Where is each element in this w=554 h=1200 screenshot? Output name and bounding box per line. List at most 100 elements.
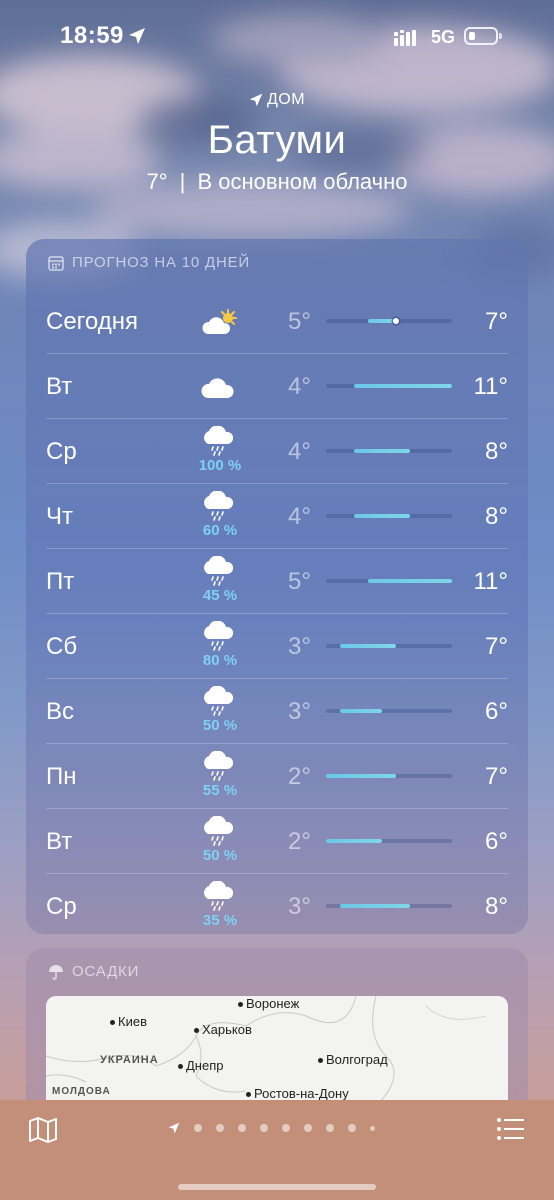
- cloud-rain-icon: [200, 555, 240, 586]
- row-divider: [46, 548, 508, 549]
- low-temperature: 3°: [288, 698, 311, 725]
- forecast-row[interactable]: Чт 60 % 4° 8°: [46, 483, 508, 548]
- forecast-day: Пн: [46, 763, 77, 790]
- high-temperature: 6°: [485, 698, 508, 725]
- high-temperature: 8°: [485, 893, 508, 920]
- forecast-day: Ср: [46, 893, 77, 920]
- forecast-day: Пт: [46, 568, 75, 595]
- current-location-page-icon[interactable]: [168, 1122, 180, 1134]
- forecast-row[interactable]: Ср 100 % 4° 8°: [46, 418, 508, 483]
- temperature-range-track: [326, 449, 452, 453]
- low-temperature: 3°: [288, 633, 311, 660]
- precipitation-chance: 55 %: [202, 782, 238, 799]
- forecast-day: Чт: [46, 503, 73, 530]
- location-arrow-icon: [249, 93, 263, 107]
- forecast-day: Вт: [46, 373, 73, 400]
- temperature-range-track: [326, 318, 452, 324]
- battery-icon: [464, 27, 498, 45]
- home-label-text: ДОМ: [266, 91, 306, 108]
- map-label-moldova: МОЛДОВА: [52, 1086, 111, 1097]
- cloud-icon: [200, 373, 240, 403]
- cloud-rain-icon: [200, 620, 240, 651]
- map-label-dnepr: Днепр: [178, 1058, 223, 1073]
- page-dot[interactable]: [326, 1124, 334, 1132]
- status-time: 18:59: [60, 22, 124, 49]
- temperature-range-track: [326, 644, 452, 648]
- current-temperature-dot: [393, 318, 399, 324]
- map-icon[interactable]: [28, 1116, 58, 1144]
- home-indicator[interactable]: [178, 1184, 376, 1190]
- location-header: ДОМ Батуми 7° | В основном облачно: [0, 88, 554, 195]
- high-temperature: 11°: [473, 373, 508, 400]
- status-bar: 18:59 5G: [0, 0, 554, 76]
- precipitation-header-label: ОСАДКИ: [72, 963, 140, 980]
- summary-separator: |: [179, 169, 186, 194]
- high-temperature: 11°: [473, 568, 508, 595]
- forecast-row[interactable]: Пт 45 % 5° 11°: [46, 548, 508, 613]
- forecast-row[interactable]: Пн 55 % 2° 7°: [46, 743, 508, 808]
- page-indicator[interactable]: [168, 1122, 375, 1134]
- row-divider: [46, 743, 508, 744]
- page-dot[interactable]: [238, 1124, 246, 1132]
- network-type: 5G: [431, 27, 456, 47]
- calendar-icon: [48, 255, 64, 271]
- temperature-range-bar: [368, 579, 452, 583]
- row-divider: [46, 418, 508, 419]
- cloud-rain-icon: [200, 425, 240, 456]
- cloud-rain-icon: [200, 685, 240, 716]
- page-dot[interactable]: [194, 1124, 202, 1132]
- temperature-range-bar: [340, 904, 410, 908]
- precipitation-header: ОСАДКИ: [48, 963, 139, 980]
- list-icon[interactable]: [496, 1116, 526, 1142]
- low-temperature: 4°: [288, 503, 311, 530]
- low-temperature: 2°: [288, 828, 311, 855]
- low-temperature: 3°: [288, 893, 311, 920]
- row-divider: [46, 873, 508, 874]
- high-temperature: 8°: [485, 438, 508, 465]
- high-temperature: 6°: [485, 828, 508, 855]
- precipitation-chance: 50 %: [202, 717, 238, 734]
- page-dot[interactable]: [370, 1125, 375, 1131]
- forecast-row[interactable]: Сб 80 % 3° 7°: [46, 613, 508, 678]
- precipitation-chance: 60 %: [202, 522, 238, 539]
- forecast-row[interactable]: Вт 4° 11°: [46, 353, 508, 418]
- precipitation-chance: 45 %: [202, 587, 238, 604]
- temperature-range-track: [326, 904, 452, 908]
- forecast-row[interactable]: Ср 35 % 3° 8°: [46, 873, 508, 938]
- map-label-volgograd: Волгоград: [318, 1052, 388, 1067]
- high-temperature: 7°: [485, 763, 508, 790]
- precipitation-chance: 35 %: [202, 912, 238, 929]
- row-divider: [46, 483, 508, 484]
- forecast-header-label: ПРОГНОЗ НА 10 ДНЕЙ: [72, 254, 251, 271]
- temperature-range-bar: [368, 319, 396, 323]
- forecast-row[interactable]: Сегодня 5° 7°: [46, 288, 508, 353]
- forecast-row[interactable]: Вс 50 % 3° 6°: [46, 678, 508, 743]
- map-label-kiev: Киев: [110, 1014, 147, 1029]
- cloud-rain-icon: [200, 750, 240, 781]
- precipitation-chance: 80 %: [202, 652, 238, 669]
- high-temperature: 7°: [485, 308, 508, 335]
- forecast-row[interactable]: Вт 50 % 2° 6°: [46, 808, 508, 873]
- forecast-day: Вт: [46, 828, 73, 855]
- map-label-rostov: Ростов-на-Дону: [246, 1086, 349, 1101]
- temperature-range-track: [326, 579, 452, 583]
- page-dot[interactable]: [216, 1124, 224, 1132]
- forecast-day: Ср: [46, 438, 77, 465]
- forecast-day: Вс: [46, 698, 75, 725]
- low-temperature: 5°: [288, 568, 311, 595]
- low-temperature: 2°: [288, 763, 311, 790]
- page-dot[interactable]: [348, 1124, 356, 1132]
- temperature-range-track: [326, 839, 452, 843]
- current-temperature: 7°: [146, 169, 168, 194]
- low-temperature: 5°: [288, 308, 311, 335]
- map-label-voronezh: Воронеж: [238, 996, 299, 1011]
- bottom-toolbar: [0, 1100, 554, 1200]
- page-dot[interactable]: [282, 1124, 290, 1132]
- page-dot[interactable]: [304, 1124, 312, 1132]
- high-temperature: 8°: [485, 503, 508, 530]
- page-dot[interactable]: [260, 1124, 268, 1132]
- current-summary: 7° | В основном облачно: [0, 169, 554, 195]
- umbrella-icon: [49, 964, 63, 980]
- low-temperature: 4°: [288, 373, 311, 400]
- cloud-rain-icon: [200, 815, 240, 846]
